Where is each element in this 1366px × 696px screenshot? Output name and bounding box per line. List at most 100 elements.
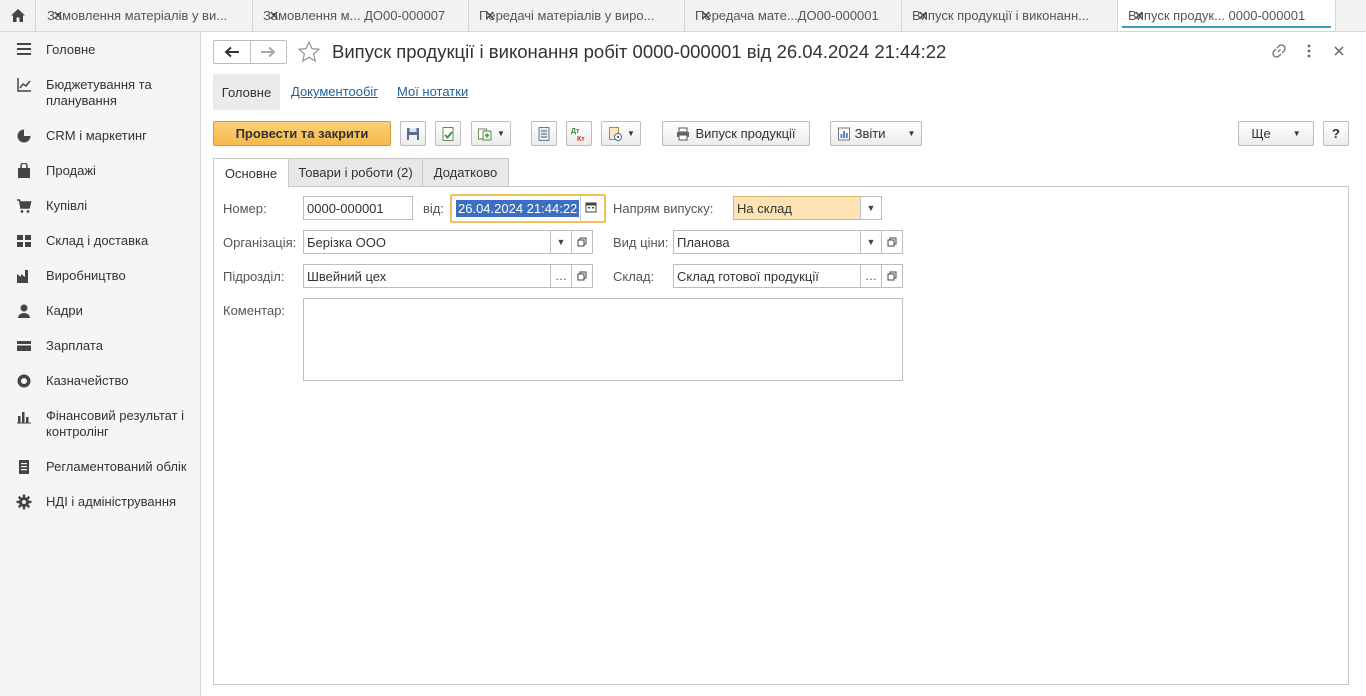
more-label: Ще — [1251, 126, 1271, 141]
sidebar-item-hr[interactable]: Кадри — [0, 303, 200, 319]
reports-label: Звіти — [854, 126, 886, 141]
sidebar-item-admin[interactable]: НДІ і адміністрування — [0, 494, 200, 510]
sidebar-item-label: Кадри — [46, 303, 83, 318]
number-field[interactable]: 0000-000001 — [303, 196, 413, 220]
window-tab-active[interactable]: Випуск продук... 0000-000001 ✕ — [1118, 0, 1336, 31]
department-select-button[interactable]: … — [550, 264, 572, 288]
print-forms-button[interactable]: ▼ — [601, 121, 641, 146]
sidebar-item-label: Купівлі — [46, 198, 88, 213]
window-tab[interactable]: Випуск продукції і виконанн... ✕ — [902, 0, 1118, 31]
tab-additional[interactable]: Додатково — [422, 158, 509, 187]
post-and-close-button[interactable]: Провести та закрити — [213, 121, 391, 146]
release-products-button[interactable]: Випуск продукції — [662, 121, 810, 146]
window-tab-label: Передачі матеріалів у виро... — [479, 8, 655, 23]
comment-textarea[interactable] — [303, 298, 903, 381]
chevron-down-icon: ▼ — [627, 129, 635, 138]
window-tab[interactable]: Передача мате...ДО00-000001 ✕ — [685, 0, 902, 31]
window-tab-label: Випуск продукції і виконанн... — [912, 8, 1090, 23]
post-document-icon — [442, 126, 454, 141]
warehouse-select-button[interactable]: … — [860, 264, 882, 288]
sidebar-item-salary[interactable]: Зарплата — [0, 338, 200, 354]
sidebar-item-label: НДІ і адміністрування — [46, 494, 177, 509]
sidebar-item-label: Бюджетування та планування — [46, 77, 152, 108]
document-settings-icon — [609, 126, 623, 141]
price-type-open-button[interactable] — [881, 230, 903, 254]
window-tab-label: Передача мате...ДО00-000001 — [695, 8, 879, 23]
tab-my-notes[interactable]: Мої нотатки — [397, 84, 468, 99]
sidebar-item-label: Казначейство — [46, 373, 129, 388]
sidebar-item-label: Продажі — [46, 163, 96, 178]
chevron-down-icon: ▼ — [1292, 129, 1301, 138]
svg-text:Дт: Дт — [571, 128, 580, 135]
close-form-icon[interactable] — [1331, 43, 1347, 59]
sidebar-item-main[interactable]: Головне — [0, 42, 200, 58]
ellipsis-icon: … — [865, 269, 877, 283]
person-icon — [0, 303, 46, 319]
tab-basic[interactable]: Основне — [213, 158, 289, 188]
window-tab-label: Замовлення матеріалів у ви... — [47, 8, 228, 23]
gear-icon — [0, 494, 46, 510]
favorite-star-icon[interactable] — [297, 40, 321, 67]
grid-icon — [0, 233, 46, 249]
arrow-right-icon — [261, 46, 276, 58]
printer-icon — [677, 127, 690, 140]
chevron-down-icon: ▼ — [907, 129, 916, 138]
bar-chart-icon — [0, 408, 46, 424]
direction-dropdown-button[interactable]: ▼ — [860, 196, 882, 220]
sidebar-item-budgeting[interactable]: Бюджетування та планування — [0, 77, 200, 109]
organization-open-button[interactable] — [571, 230, 593, 254]
department-open-button[interactable] — [571, 264, 593, 288]
date-field[interactable]: 26.04.2024 21:44:22 — [450, 194, 606, 223]
sidebar-item-crm[interactable]: CRM і маркетинг — [0, 128, 200, 144]
sidebar-item-warehouse[interactable]: Склад і доставка — [0, 233, 200, 249]
direction-field[interactable]: На склад — [733, 196, 861, 220]
form-panel — [213, 186, 1349, 685]
comment-label: Коментар: — [223, 303, 286, 318]
open-icon — [577, 237, 587, 247]
department-field[interactable]: Швейний цех — [303, 264, 551, 288]
create-based-on-button[interactable]: ▼ — [471, 121, 511, 146]
price-type-label: Вид ціни: — [613, 235, 669, 250]
debit-credit-icon: ДтКт — [571, 128, 585, 142]
back-button[interactable] — [214, 41, 250, 63]
warehouse-field[interactable]: Склад готової продукції — [673, 264, 861, 288]
tab-docflow[interactable]: Документообіг — [291, 84, 378, 99]
chevron-down-icon: ▼ — [556, 237, 566, 247]
sidebar-item-regulated-accounting[interactable]: Регламентований облік — [0, 459, 200, 475]
save-button[interactable] — [400, 121, 426, 146]
window-tab[interactable]: Передачі матеріалів у виро... ✕ — [469, 0, 685, 31]
help-button[interactable]: ? — [1323, 121, 1349, 146]
sidebar-item-sales[interactable]: Продажі — [0, 163, 200, 179]
structure-button[interactable] — [531, 121, 557, 146]
organization-field[interactable]: Берізка ООО — [303, 230, 551, 254]
more-button[interactable]: Ще ▼ — [1238, 121, 1314, 146]
sidebar-item-purchases[interactable]: Купівлі — [0, 198, 200, 214]
price-type-field[interactable]: Планова — [673, 230, 861, 254]
calendar-icon[interactable] — [585, 201, 597, 216]
window-tab[interactable]: Замовлення м... ДО00-000007 ✕ — [253, 0, 469, 31]
more-vertical-icon[interactable] — [1301, 43, 1317, 59]
price-type-dropdown-button[interactable]: ▼ — [860, 230, 882, 254]
window-tab[interactable]: Замовлення матеріалів у ви... ✕ — [37, 0, 253, 31]
accounting-entries-button[interactable]: Дт Кт — [566, 121, 592, 146]
chevron-down-icon: ▼ — [497, 129, 505, 138]
forward-button[interactable] — [249, 41, 287, 63]
tab-main[interactable]: Головне — [213, 74, 280, 110]
organization-dropdown-button[interactable]: ▼ — [550, 230, 572, 254]
reports-button[interactable]: Звіти ▼ — [830, 121, 922, 146]
warehouse-open-button[interactable] — [881, 264, 903, 288]
post-button[interactable] — [435, 121, 461, 146]
tab-goods-works[interactable]: Товари і роботи (2) — [288, 158, 423, 187]
home-icon — [10, 9, 25, 22]
list-document-icon — [538, 126, 550, 141]
svg-text:Кт: Кт — [577, 136, 585, 142]
page-title: Випуск продукції і виконання робіт 0000-… — [332, 41, 947, 62]
home-button[interactable] — [0, 0, 36, 31]
sidebar-item-treasury[interactable]: Казначейство — [0, 373, 200, 389]
sidebar-item-financial-result[interactable]: Фінансовий результат і контролінг — [0, 408, 200, 440]
sidebar-item-production[interactable]: Виробництво — [0, 268, 200, 284]
link-icon[interactable] — [1271, 43, 1287, 59]
date-value: 26.04.2024 21:44:22 — [456, 200, 580, 217]
arrow-left-icon — [224, 46, 239, 58]
coin-icon — [0, 373, 46, 389]
